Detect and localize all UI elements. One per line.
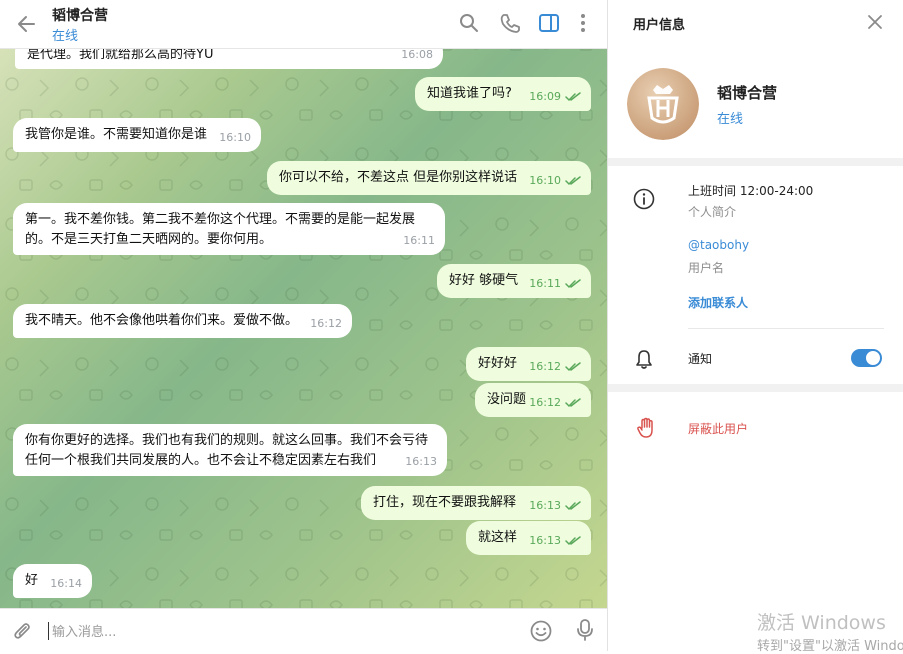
double-check-icon — [565, 176, 581, 186]
paperclip-icon[interactable] — [12, 620, 34, 642]
message-composer — [0, 608, 607, 651]
message-time-text: 16:11 — [403, 234, 435, 247]
double-check-icon — [565, 536, 581, 546]
microphone-icon[interactable] — [574, 618, 596, 642]
message-time: 16:14 — [50, 574, 82, 594]
section-divider — [608, 158, 903, 166]
message-time: 16:13 — [405, 452, 437, 472]
info-panel-title: 用户信息 — [633, 18, 686, 33]
username-link[interactable]: @taobohy — [688, 238, 749, 252]
incoming-message[interactable]: 你有你更好的选择。我们也有我们的规则。就这么回事。我们不会亏待 任何一个根我们共… — [13, 424, 447, 476]
bell-icon — [636, 350, 652, 369]
incoming-message[interactable]: 我管你是谁。不需要知道你是谁 16:10 — [13, 118, 261, 152]
message-time-text: 16:10 — [529, 174, 561, 187]
toggle-knob — [865, 350, 881, 366]
message-time-text: 16:12 — [529, 396, 561, 409]
outgoing-message[interactable]: 打住，现在不要跟我解释 16:13 — [361, 486, 591, 520]
bio-label: 个人简介 — [688, 205, 737, 219]
outgoing-message[interactable]: 好好 够硬气 16:11 — [437, 264, 591, 298]
emoji-icon[interactable] — [529, 619, 553, 643]
double-check-icon — [565, 398, 581, 408]
text-caret — [48, 622, 49, 640]
section-divider — [608, 384, 903, 392]
sidebar-toggle-icon[interactable] — [538, 12, 560, 34]
message-time: 16:11 — [529, 274, 581, 294]
message-time: 16:13 — [529, 496, 581, 516]
outgoing-message[interactable]: 知道我谁了吗? 16:09 — [415, 77, 591, 111]
message-list[interactable]: 是代理。我们就给那么高的待YU 16:08 知道我谁了吗? 16:09 我管你是谁。不需… — [0, 0, 607, 608]
incoming-message[interactable]: 第一。我不差你钱。第二我不差你这个代理。不需要的是能一起发展 的。不是三天打鱼二… — [13, 203, 445, 255]
message-time: 16:11 — [403, 231, 435, 251]
windows-activation-watermark: 激活 Windows — [757, 612, 886, 634]
double-check-icon — [565, 501, 581, 511]
outgoing-message[interactable]: 你可以不给，不差这点 但是你别这样说话 16:10 — [267, 161, 591, 195]
message-time-text: 16:12 — [310, 317, 342, 330]
notifications-toggle[interactable] — [851, 349, 882, 367]
chat-status: 在线 — [52, 29, 79, 44]
message-time-text: 16:12 — [529, 360, 561, 373]
message-time-text: 16:13 — [529, 534, 561, 547]
info-circle-icon — [633, 188, 655, 210]
add-contact-button[interactable]: 添加联系人 — [688, 294, 748, 311]
message-text: 我不晴天。他不会像他哄着你们来。爱做不做。 — [25, 313, 299, 328]
row-divider — [688, 328, 884, 329]
avatar[interactable] — [627, 68, 699, 140]
user-info-panel: 用户信息 韬博合营 在线 上班时间 12:00-24:00 个人简介 @taob… — [607, 0, 903, 654]
message-text: 第一。我不差你钱。第二我不差你这个代理。不需要的是能一起发展 的。不是三天打鱼二… — [25, 212, 416, 247]
more-vertical-icon[interactable] — [574, 12, 592, 34]
phone-icon[interactable] — [499, 12, 521, 34]
profile-status: 在线 — [717, 112, 744, 127]
message-time: 16:09 — [529, 87, 581, 107]
message-time-text: 16:10 — [219, 131, 251, 144]
message-input[interactable] — [50, 619, 514, 645]
message-time-text: 16:14 — [50, 577, 82, 590]
chat-title[interactable]: 韬博合营 — [52, 5, 108, 25]
double-check-icon — [565, 279, 581, 289]
outgoing-message[interactable]: 没问题 16:12 — [475, 383, 591, 417]
message-time: 16:12 — [529, 393, 581, 413]
block-user-button[interactable]: 屏蔽此用户 — [688, 420, 748, 437]
double-check-icon — [565, 92, 581, 102]
username-label: 用户名 — [688, 261, 725, 275]
message-time: 16:12 — [310, 314, 342, 334]
outgoing-message[interactable]: 就这样 16:13 — [466, 521, 591, 555]
back-arrow-icon[interactable] — [14, 12, 40, 36]
notifications-label: 通知 — [688, 352, 713, 366]
incoming-message[interactable]: 好 16:14 — [13, 564, 92, 598]
message-time: 16:13 — [529, 531, 581, 551]
close-icon[interactable] — [866, 13, 884, 31]
chat-header: 韬博合营 在线 — [0, 0, 607, 49]
message-time: 16:10 — [219, 128, 251, 148]
bio-text: 上班时间 12:00-24:00 — [688, 184, 814, 198]
message-time-text: 16:11 — [529, 277, 561, 290]
double-check-icon — [565, 362, 581, 372]
chat-pane: 是代理。我们就给那么高的待YU 16:08 知道我谁了吗? 16:09 我管你是谁。不需… — [0, 0, 607, 651]
outgoing-message[interactable]: 好好好 16:12 — [466, 347, 591, 381]
search-icon[interactable] — [458, 12, 480, 34]
incoming-message[interactable]: 我不晴天。他不会像他哄着你们来。爱做不做。 16:12 — [13, 304, 352, 338]
message-text: 你有你更好的选择。我们也有我们的规则。就这么回事。我们不会亏待 任何一个根我们共… — [25, 433, 429, 468]
windows-activation-hint: 转到"设置"以激活 Windo — [757, 639, 903, 654]
profile-name: 韬博合营 — [717, 84, 778, 102]
message-time: 16:12 — [529, 357, 581, 377]
message-text: 我管你是谁。不需要知道你是谁 — [25, 127, 208, 142]
message-time-text: 16:13 — [405, 455, 437, 468]
message-time-text: 16:13 — [529, 499, 561, 512]
message-time: 16:10 — [529, 171, 581, 191]
message-time-text: 16:09 — [529, 90, 561, 103]
hand-stop-icon — [637, 417, 653, 438]
